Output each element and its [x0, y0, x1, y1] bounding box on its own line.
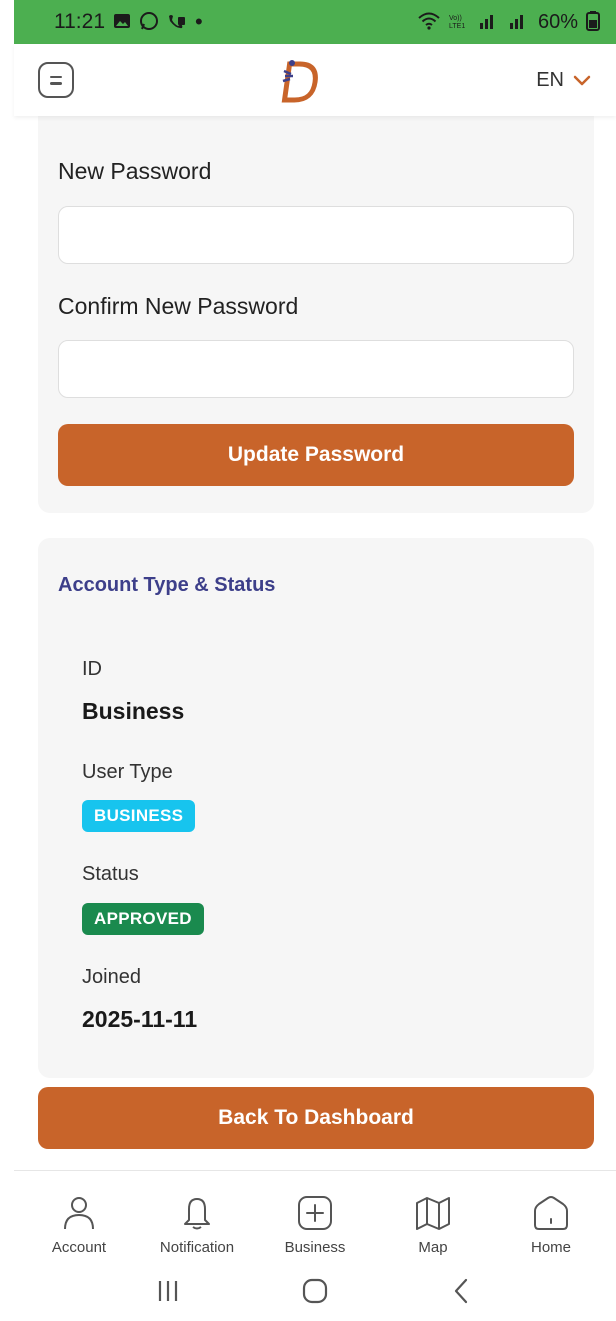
app-header: EN [14, 44, 616, 116]
status-time: 11:21 [54, 10, 105, 33]
nav-item-notification[interactable]: Notification [138, 1171, 256, 1260]
signal-icon [478, 12, 500, 33]
nav-item-business[interactable]: Business [256, 1171, 374, 1260]
confirm-password-input[interactable] [58, 340, 574, 398]
signal-icon-2 [508, 12, 530, 33]
battery-percent: 60% [537, 10, 578, 33]
nav-label-business: Business [284, 1239, 346, 1256]
home-button-icon[interactable] [297, 1273, 333, 1309]
menu-line-icon [50, 75, 62, 78]
volte-icon: Vo)) LTE1 [448, 12, 470, 33]
status-bar-inner: 11:21 • Vo)) LTE1 60% [14, 0, 616, 44]
account-section-title: Account Type & Status [58, 574, 276, 596]
gallery-icon [113, 13, 131, 32]
id-value: Business [82, 698, 185, 724]
battery-icon [586, 10, 600, 34]
logo[interactable] [279, 54, 331, 106]
nav-item-map[interactable]: Map [374, 1171, 492, 1260]
status-right: Vo)) LTE1 60% [418, 10, 600, 34]
whatsapp-icon [139, 11, 159, 34]
svg-text:Vo)): Vo)) [449, 15, 462, 22]
chevron-down-icon [573, 75, 591, 86]
confirm-password-label: Confirm New Password [58, 293, 299, 319]
wifi-icon [418, 12, 440, 33]
id-label: ID [82, 658, 102, 680]
bell-icon [184, 1198, 210, 1230]
map-icon [416, 1197, 450, 1230]
language-selector[interactable]: EN [536, 69, 592, 92]
svg-text:LTE1: LTE1 [449, 23, 465, 30]
home-icon [534, 1196, 568, 1230]
user-type-badge: BUSINESS [82, 800, 196, 832]
plus-square-icon [298, 1196, 332, 1230]
status-label: Status [82, 863, 139, 885]
new-password-input[interactable] [58, 206, 574, 264]
account-status-card: Account Type & Status ID Business User T… [38, 538, 594, 1078]
logo-icon [281, 60, 318, 103]
status-badge: APPROVED [82, 903, 204, 935]
nav-label-account: Account [51, 1239, 107, 1256]
joined-value: 2025-11-11 [82, 1006, 198, 1032]
update-password-button[interactable]: Update Password [58, 424, 574, 486]
user-type-label: User Type [82, 761, 173, 783]
bottom-nav: Account Notification Business Map Home [14, 1170, 616, 1260]
nav-item-home[interactable]: Home [492, 1171, 610, 1260]
back-to-dashboard-button[interactable]: Back To Dashboard [38, 1087, 594, 1149]
status-bar: 11:21 • Vo)) LTE1 60% [0, 0, 616, 44]
menu-line-icon [50, 82, 62, 85]
back-icon[interactable] [444, 1273, 480, 1309]
recent-apps-icon[interactable] [150, 1273, 186, 1309]
nav-label-notification: Notification [159, 1239, 235, 1256]
main-content[interactable]: New Password Confirm New Password Update… [14, 116, 616, 1170]
person-icon [64, 1197, 94, 1230]
menu-button[interactable] [38, 62, 74, 98]
language-label: EN [536, 68, 564, 91]
nav-item-account[interactable]: Account [20, 1171, 138, 1260]
nav-label-map: Map [418, 1239, 448, 1256]
status-dot: • [195, 9, 203, 34]
nav-label-home: Home [530, 1239, 571, 1256]
password-card: New Password Confirm New Password Update… [38, 116, 594, 513]
status-left: 11:21 • [54, 10, 203, 34]
system-nav-bar [14, 1260, 616, 1321]
new-password-label: New Password [58, 158, 212, 184]
app-notification-icon [167, 12, 187, 33]
joined-label: Joined [82, 966, 141, 988]
